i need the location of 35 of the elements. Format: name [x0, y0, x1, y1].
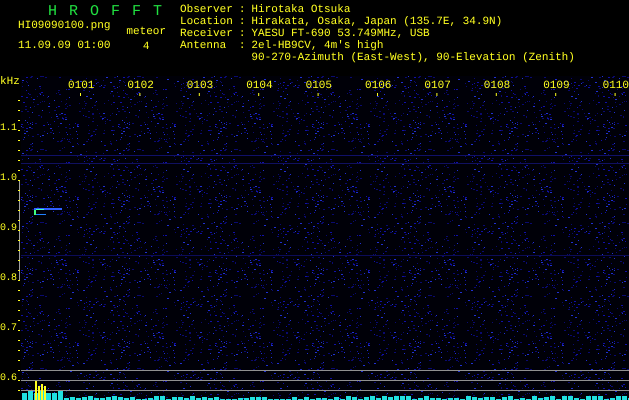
- time-label: 0103: [186, 80, 214, 92]
- time-label: 0107: [424, 80, 451, 92]
- axis-unit: kHz: [0, 76, 20, 88]
- time-label: 0110: [602, 80, 629, 92]
- info-separator: :: [238, 16, 246, 28]
- time-label: 0101: [68, 80, 94, 92]
- info-separator: :: [238, 28, 246, 40]
- frequency-label: 1.0: [0, 173, 17, 185]
- frequency-label: 0.6: [0, 373, 17, 385]
- time-label: 0108: [484, 80, 510, 92]
- info-separator: :: [238, 40, 246, 54]
- frequency-label: 1.1: [0, 123, 17, 135]
- file-name: HI09090100.png: [18, 20, 110, 32]
- meteor-count: 4: [142, 41, 150, 53]
- info-separator: :: [238, 4, 246, 16]
- hrofft-title: H R O F F T: [47, 4, 164, 20]
- meteor-label: meteor: [126, 26, 166, 38]
- time-label: 0106: [365, 80, 392, 92]
- info-value: Hirakata, Osaka, Japan (135.7E, 34.9N): [251, 16, 504, 28]
- date-time: 11.09.09 01:00: [18, 40, 110, 52]
- info-label: Location: [180, 16, 233, 28]
- info-label: Observer: [180, 4, 233, 16]
- frequency-label: 0.8: [0, 273, 17, 285]
- time-label: 0109: [543, 80, 570, 92]
- info-value: 90-270-Azimuth (East-West), 90-Elevation (Zenith): [251, 52, 575, 64]
- info-value: YAESU FT-690 53.749MHz, USB: [251, 28, 431, 40]
- frequency-label: 0.7: [0, 323, 17, 335]
- time-label: 0102: [127, 80, 154, 92]
- info-label: Receiver: [180, 28, 233, 40]
- info-value: Hirotaka Otsuka: [251, 4, 352, 16]
- info-label: Antenna: [180, 40, 228, 54]
- time-label: 0104: [246, 80, 273, 92]
- info-value: 2el-HB9CV, 4m's high: [251, 40, 384, 52]
- frequency-label: 0.9: [0, 223, 17, 235]
- time-label: 0105: [306, 80, 332, 92]
